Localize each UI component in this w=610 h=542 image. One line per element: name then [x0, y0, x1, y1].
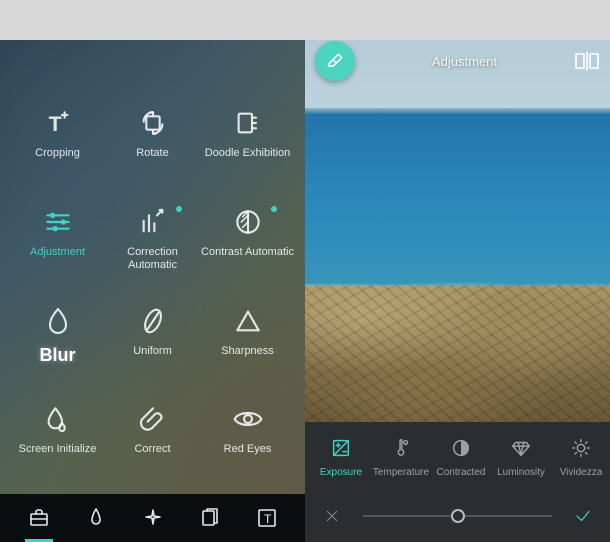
tool-auto-correction[interactable]: Correction Automatic	[105, 204, 200, 285]
adj-label: Temperature	[373, 467, 429, 478]
tool-uniform[interactable]: Uniform	[105, 303, 200, 384]
tool-label: Adjustment	[30, 246, 85, 259]
photo-sea	[305, 110, 610, 290]
sparkle-icon	[141, 506, 165, 530]
bottom-tabs: T	[0, 494, 305, 542]
tool-blur[interactable]: Blur	[10, 303, 105, 384]
compare-button[interactable]	[574, 51, 600, 71]
tool-rotate[interactable]: Rotate	[105, 105, 200, 186]
compare-icon	[574, 51, 600, 71]
tool-label: Correction Automatic	[105, 246, 200, 272]
crop-icon: T	[40, 105, 76, 141]
close-icon	[324, 508, 340, 524]
tool-crop[interactable]: T Cropping	[10, 105, 105, 186]
triangle-icon	[230, 303, 266, 339]
photo-rocks	[305, 285, 610, 422]
adj-label: Luminosity	[497, 467, 545, 478]
toolbox-icon	[27, 506, 51, 530]
thermometer-icon	[390, 435, 412, 461]
layers-icon	[198, 506, 222, 530]
tool-label: Contrast Automatic	[201, 246, 294, 259]
tab-text[interactable]: T	[247, 494, 287, 542]
clip-icon	[135, 401, 171, 437]
photo-preview	[305, 40, 610, 422]
confirm-button[interactable]	[572, 507, 594, 525]
diamond-icon	[510, 435, 532, 461]
tool-sharpness[interactable]: Sharpness	[200, 303, 295, 384]
tool-label: Blur	[40, 345, 76, 367]
blur-icon	[40, 303, 76, 339]
tool-label: Cropping	[35, 147, 80, 160]
slider[interactable]	[363, 515, 552, 517]
preview-topbar: Adjustment	[305, 40, 610, 82]
adj-vividness[interactable]: Vividezza	[551, 435, 610, 478]
drop-icon	[40, 401, 76, 437]
tab-effects[interactable]	[133, 494, 173, 542]
eye-icon	[230, 401, 266, 437]
eraser-icon	[325, 51, 345, 71]
tool-red-eyes[interactable]: Red Eyes	[200, 401, 295, 482]
tool-auto-contrast[interactable]: Contrast Automatic	[200, 204, 295, 285]
adj-label: Exposure	[320, 467, 362, 478]
adj-label: Vividezza	[560, 467, 603, 478]
tool-label: Rotate	[136, 147, 168, 160]
tools-panel: T Cropping Rotate Doodle Exhibition	[0, 40, 305, 542]
preview-title: Adjustment	[355, 54, 574, 69]
tool-label: Uniform	[133, 345, 172, 358]
tab-layers[interactable]	[190, 494, 230, 542]
tool-label: Red Eyes	[224, 443, 272, 456]
preview-panel: Adjustment Exposure Temperature	[305, 40, 610, 542]
adj-exposure[interactable]: Exposure	[311, 435, 371, 478]
tab-brush[interactable]	[76, 494, 116, 542]
check-icon	[574, 507, 592, 525]
text-icon: T	[255, 506, 279, 530]
cancel-button[interactable]	[321, 508, 343, 524]
auto-correct-icon	[135, 204, 171, 240]
svg-text:T: T	[264, 512, 272, 526]
adj-contrast[interactable]: Contracted	[431, 435, 491, 478]
adj-label: Contracted	[437, 467, 486, 478]
contrast-icon	[230, 204, 266, 240]
tool-grid: T Cropping Rotate Doodle Exhibition	[0, 95, 305, 492]
slider-thumb[interactable]	[451, 509, 465, 523]
tab-toolbox[interactable]	[19, 494, 59, 542]
slider-row	[305, 490, 610, 542]
tool-screen-initialize[interactable]: Screen Initialize	[10, 401, 105, 482]
exposure-icon	[330, 435, 352, 461]
tool-adjustment[interactable]: Adjustment	[10, 204, 105, 285]
brush-icon	[84, 506, 108, 530]
svg-text:T: T	[48, 112, 61, 136]
sun-icon	[570, 435, 592, 461]
photo-horizon	[305, 108, 610, 114]
doodle-icon	[230, 105, 266, 141]
sliders-icon	[40, 204, 76, 240]
tool-label: Sharpness	[221, 345, 274, 358]
adj-temperature[interactable]: Temperature	[371, 435, 431, 478]
tool-doodle[interactable]: Doodle Exhibition	[200, 105, 295, 186]
tool-label: Doodle Exhibition	[205, 147, 291, 160]
tool-label: Screen Initialize	[19, 443, 97, 456]
tool-correct[interactable]: Correct	[105, 401, 200, 482]
feather-icon	[135, 303, 171, 339]
badge-dot	[176, 206, 182, 212]
badge-dot	[271, 206, 277, 212]
rotate-icon	[135, 105, 171, 141]
eraser-button[interactable]	[315, 41, 355, 81]
adjustments-row: Exposure Temperature Contracted Luminosi…	[305, 422, 610, 490]
tool-label: Correct	[134, 443, 170, 456]
contrast-circle-icon	[450, 435, 472, 461]
adj-luminosity[interactable]: Luminosity	[491, 435, 551, 478]
